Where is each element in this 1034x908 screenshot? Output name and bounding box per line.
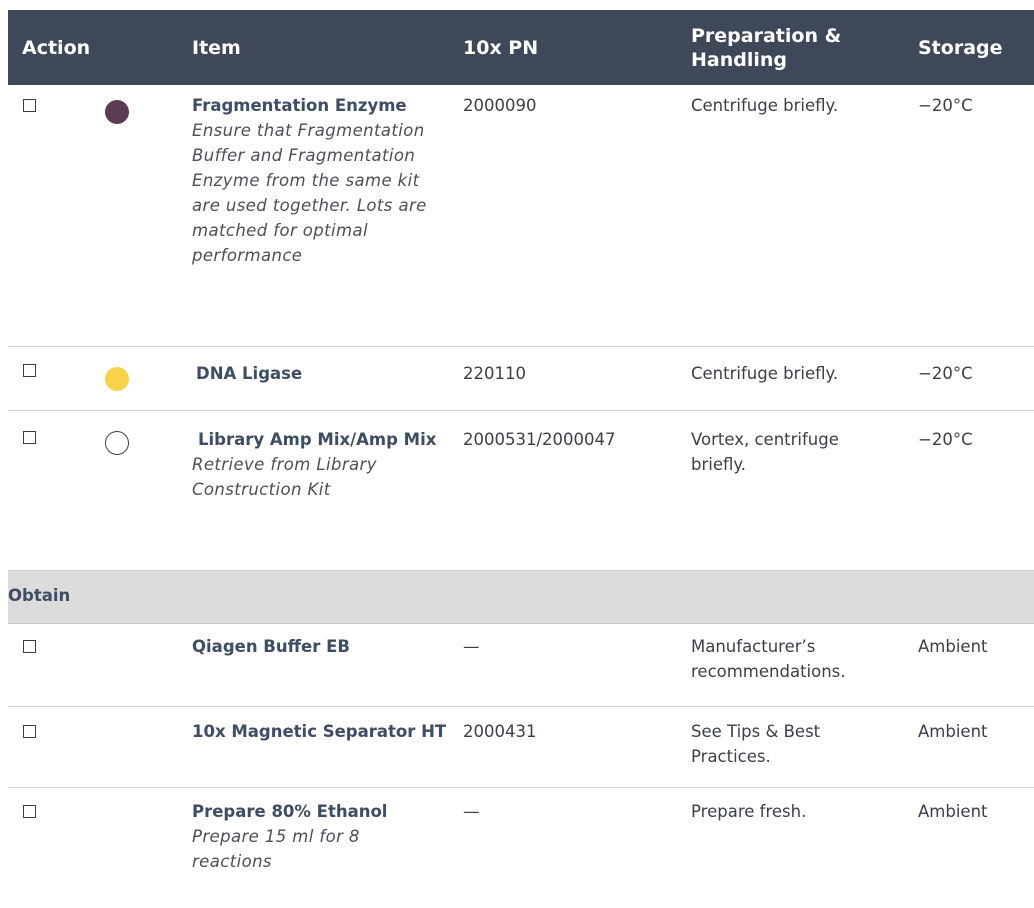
part-number: — [463,637,480,656]
checkbox[interactable] [23,364,36,377]
part-number: 2000090 [463,96,537,115]
section-header: Obtain [8,571,1034,624]
table-header: Action Item 10x PN Preparation & Handlin… [8,10,1034,85]
item-note: Retrieve from Library Construction Kit [192,455,377,499]
table-row: Library Amp Mix/Amp Mix Retrieve from Li… [8,411,1034,571]
item-name: 10x Magnetic Separator HT [192,722,447,741]
column-header-item: Item [192,36,241,59]
color-dot-icon [105,367,129,391]
storage-text: −20°C [918,96,973,115]
item-name: Fragmentation Enzyme [192,96,407,115]
preparation-text: Vortex, centrifuge briefly. [691,430,839,474]
table-row: 10x Magnetic Separator HT 2000431 See Ti… [8,707,1034,788]
table-row: Fragmentation Enzyme Ensure that Fragmen… [8,85,1034,347]
checkbox[interactable] [23,640,36,653]
item-name: Prepare 80% Ethanol [192,802,388,821]
checkbox[interactable] [23,805,36,818]
item-note: Ensure that Fragmentation Buffer and Fra… [192,121,427,265]
checkbox[interactable] [23,99,36,112]
column-header-pn: 10x PN [463,36,539,59]
table-row: Qiagen Buffer EB — Manufacturer’s recomm… [8,624,1034,707]
storage-text: −20°C [918,364,973,383]
column-header-preparation: Preparation & Handling [691,10,841,85]
table-row: DNA Ligase 220110 Centrifuge briefly. −2… [8,347,1034,411]
column-header-preparation-line2: Handling [691,48,788,71]
item-cell: 10x Magnetic Separator HT [192,719,452,744]
preparation-text: See Tips & Best Practices. [691,722,821,766]
item-cell: Fragmentation Enzyme Ensure that Fragmen… [192,93,432,268]
item-cell: DNA Ligase [196,361,436,386]
color-dot-icon [105,100,129,124]
storage-text: Ambient [918,722,988,741]
item-name: Qiagen Buffer EB [192,637,350,656]
reagent-table: Action Item 10x PN Preparation & Handlin… [8,10,1034,908]
column-header-preparation-line1: Preparation & [691,24,842,47]
part-number: — [463,802,480,821]
item-name: Library Amp Mix/Amp Mix [198,430,437,449]
item-cell: Library Amp Mix/Amp Mix Retrieve from Li… [192,427,442,502]
column-header-action: Action [22,36,91,59]
preparation-text: Centrifuge briefly. [691,364,839,383]
column-header-storage: Storage [918,36,1003,59]
preparation-text: Prepare fresh. [691,802,807,821]
storage-text: Ambient [918,802,988,821]
section-title: Obtain [8,586,71,605]
preparation-text: Centrifuge briefly. [691,96,839,115]
part-number: 220110 [463,364,526,383]
part-number: 2000431 [463,722,537,741]
storage-text: −20°C [918,430,973,449]
table-row: Prepare 80% Ethanol Prepare 15 ml for 8 … [8,788,1034,908]
color-dot-icon [105,431,129,455]
storage-text: Ambient [918,637,988,656]
item-cell: Prepare 80% Ethanol Prepare 15 ml for 8 … [192,799,432,874]
item-note: Prepare 15 ml for 8 reactions [192,827,360,871]
part-number: 2000531/2000047 [463,430,616,449]
preparation-text: Manufacturer’s recommendations. [691,637,846,681]
checkbox[interactable] [23,431,36,444]
checkbox[interactable] [23,725,36,738]
item-name: DNA Ligase [196,364,303,383]
item-cell: Qiagen Buffer EB [192,634,442,659]
